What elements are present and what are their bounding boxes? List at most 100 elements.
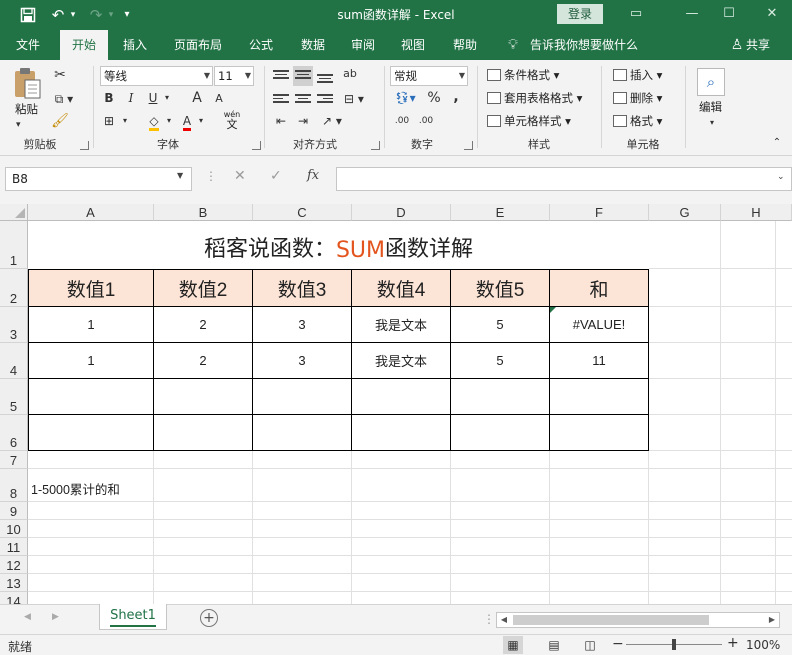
add-sheet-icon[interactable]: + — [200, 609, 218, 627]
zoom-slider-thumb[interactable] — [672, 639, 676, 650]
sheet-tab-sheet1[interactable]: Sheet1 — [99, 604, 167, 630]
collapse-ribbon-icon[interactable]: ⌃ — [770, 134, 784, 152]
search-icon[interactable]: ⌕ — [697, 68, 725, 96]
tab-split-handle-icon[interactable]: ⋮ — [483, 612, 495, 626]
alignment-launcher-icon[interactable] — [371, 141, 380, 150]
row-header-14[interactable]: 14 — [0, 592, 28, 604]
percent-button[interactable]: % — [426, 89, 442, 107]
format-painter-icon[interactable]: 🖌︎ — [50, 112, 70, 130]
header-cell-value4[interactable]: 数值4 — [352, 270, 451, 307]
column-header-c[interactable]: C — [253, 204, 352, 221]
increase-decimal-icon[interactable]: .00 — [391, 112, 413, 130]
header-cell-value5[interactable]: 数值5 — [451, 270, 550, 307]
accounting-format-icon[interactable]: 💱︎▾ — [391, 89, 419, 107]
tab-formulas[interactable]: 公式 — [240, 30, 282, 60]
cell-a4[interactable]: 1 — [29, 343, 154, 379]
tab-page-layout[interactable]: 页面布局 — [166, 30, 230, 60]
cell-a6[interactable] — [29, 415, 154, 451]
cell-d6[interactable] — [352, 415, 451, 451]
bold-button[interactable]: B — [102, 89, 116, 107]
header-cell-value2[interactable]: 数值2 — [154, 270, 253, 307]
cell-a3[interactable]: 1 — [29, 307, 154, 343]
name-box-dropdown-icon[interactable]: ▼ — [177, 171, 183, 180]
row-header-8[interactable]: 8 — [0, 469, 28, 502]
enter-icon[interactable]: ✓ — [270, 168, 282, 184]
cell-c3[interactable]: 3 — [253, 307, 352, 343]
drag-handle-icon[interactable]: ⋮ — [205, 169, 217, 183]
font-name-select[interactable]: 等线 ▼ — [100, 66, 213, 86]
header-cell-sum[interactable]: 和 — [550, 270, 649, 307]
phonetic-guide-icon[interactable]: wén 文 — [222, 110, 242, 130]
underline-button[interactable]: U — [146, 89, 160, 107]
column-header-a[interactable]: A — [28, 204, 154, 221]
cell-e5[interactable] — [451, 379, 550, 415]
page-layout-view-icon[interactable]: ▤ — [544, 636, 564, 654]
font-launcher-icon[interactable] — [252, 141, 261, 150]
align-left-icon[interactable] — [273, 92, 289, 106]
borders-icon[interactable]: ⊞ — [102, 112, 116, 130]
cell-d4[interactable]: 我是文本 — [352, 343, 451, 379]
cell-b3[interactable]: 2 — [154, 307, 253, 343]
align-bottom-icon[interactable] — [317, 72, 333, 86]
format-cells-button[interactable]: 格式 ▾ — [613, 112, 662, 130]
row-header-3[interactable]: 3 — [0, 307, 28, 343]
column-header-b[interactable]: B — [154, 204, 253, 221]
row-header-2[interactable]: 2 — [0, 269, 28, 307]
cancel-icon[interactable]: ✕ — [234, 168, 246, 184]
tab-home[interactable]: 开始 — [60, 30, 108, 60]
insert-cells-button[interactable]: 插入 ▾ — [613, 66, 662, 84]
decrease-decimal-icon[interactable]: .00 — [415, 112, 437, 130]
column-header-h[interactable]: H — [721, 204, 792, 221]
tab-view[interactable]: 视图 — [392, 30, 434, 60]
cut-icon[interactable]: ✂ — [50, 66, 70, 84]
normal-view-icon[interactable]: ▦ — [503, 636, 523, 654]
select-all-corner[interactable] — [0, 204, 28, 221]
column-header-d[interactable]: D — [352, 204, 451, 221]
login-button[interactable]: 登录 — [557, 4, 603, 24]
cell-styles-button[interactable]: 单元格样式 ▾ — [487, 112, 571, 130]
font-color-dropdown-icon[interactable]: ▾ — [196, 112, 206, 130]
tab-help[interactable]: 帮助 — [444, 30, 486, 60]
prev-sheet-icon[interactable]: ◀ — [24, 612, 31, 622]
horizontal-scrollbar[interactable]: ◀ ▶ — [496, 612, 780, 628]
cell-a5[interactable] — [29, 379, 154, 415]
decrease-indent-icon[interactable]: ⇤ — [272, 112, 290, 130]
column-header-e[interactable]: E — [451, 204, 550, 221]
row-header-7[interactable]: 7 — [0, 451, 28, 469]
expand-formula-icon[interactable]: ⌄ — [777, 172, 785, 182]
name-box[interactable]: B8 — [5, 167, 192, 191]
fill-color-dropdown-icon[interactable]: ▾ — [164, 112, 174, 130]
tab-insert[interactable]: 插入 — [114, 30, 156, 60]
tab-file[interactable]: 文件 — [6, 30, 50, 60]
increase-indent-icon[interactable]: ⇥ — [294, 112, 312, 130]
tab-data[interactable]: 数据 — [292, 30, 334, 60]
worksheet-grid[interactable]: A B C D E F G H 1 2 3 4 5 6 7 8 9 10 11 … — [0, 204, 792, 604]
align-middle-icon[interactable] — [293, 66, 313, 86]
row-header-10[interactable]: 10 — [0, 520, 28, 538]
conditional-formatting-button[interactable]: 条件格式 ▾ — [487, 66, 559, 84]
copy-icon[interactable]: ⧉ ▾ — [50, 90, 78, 108]
row-header-6[interactable]: 6 — [0, 415, 28, 451]
error-indicator-icon[interactable] — [550, 307, 556, 313]
zoom-out-button[interactable]: − — [612, 636, 624, 652]
row-header-13[interactable]: 13 — [0, 574, 28, 592]
fill-color-icon[interactable]: ◇ — [146, 112, 162, 131]
insert-function-icon[interactable]: fx — [307, 168, 319, 183]
underline-dropdown-icon[interactable]: ▾ — [162, 89, 172, 107]
delete-cells-button[interactable]: 删除 ▾ — [613, 89, 662, 107]
cell-c6[interactable] — [253, 415, 352, 451]
cell-f3[interactable]: #VALUE! — [550, 307, 649, 343]
italic-button[interactable]: I — [124, 89, 138, 107]
minimize-icon[interactable]: — — [678, 4, 706, 24]
cell-f4[interactable]: 11 — [550, 343, 649, 379]
editing-dropdown-icon[interactable]: ▾ — [706, 114, 718, 132]
column-header-f[interactable]: F — [550, 204, 649, 221]
align-right-icon[interactable] — [317, 92, 333, 106]
header-cell-value3[interactable]: 数值3 — [253, 270, 352, 307]
zoom-level[interactable]: 100% — [746, 638, 780, 652]
cell-a8[interactable]: 1-5000累计的和 — [31, 479, 120, 498]
formula-input[interactable] — [336, 167, 792, 191]
cell-b5[interactable] — [154, 379, 253, 415]
font-color-icon[interactable]: A — [180, 112, 194, 131]
clipboard-launcher-icon[interactable] — [80, 141, 89, 150]
